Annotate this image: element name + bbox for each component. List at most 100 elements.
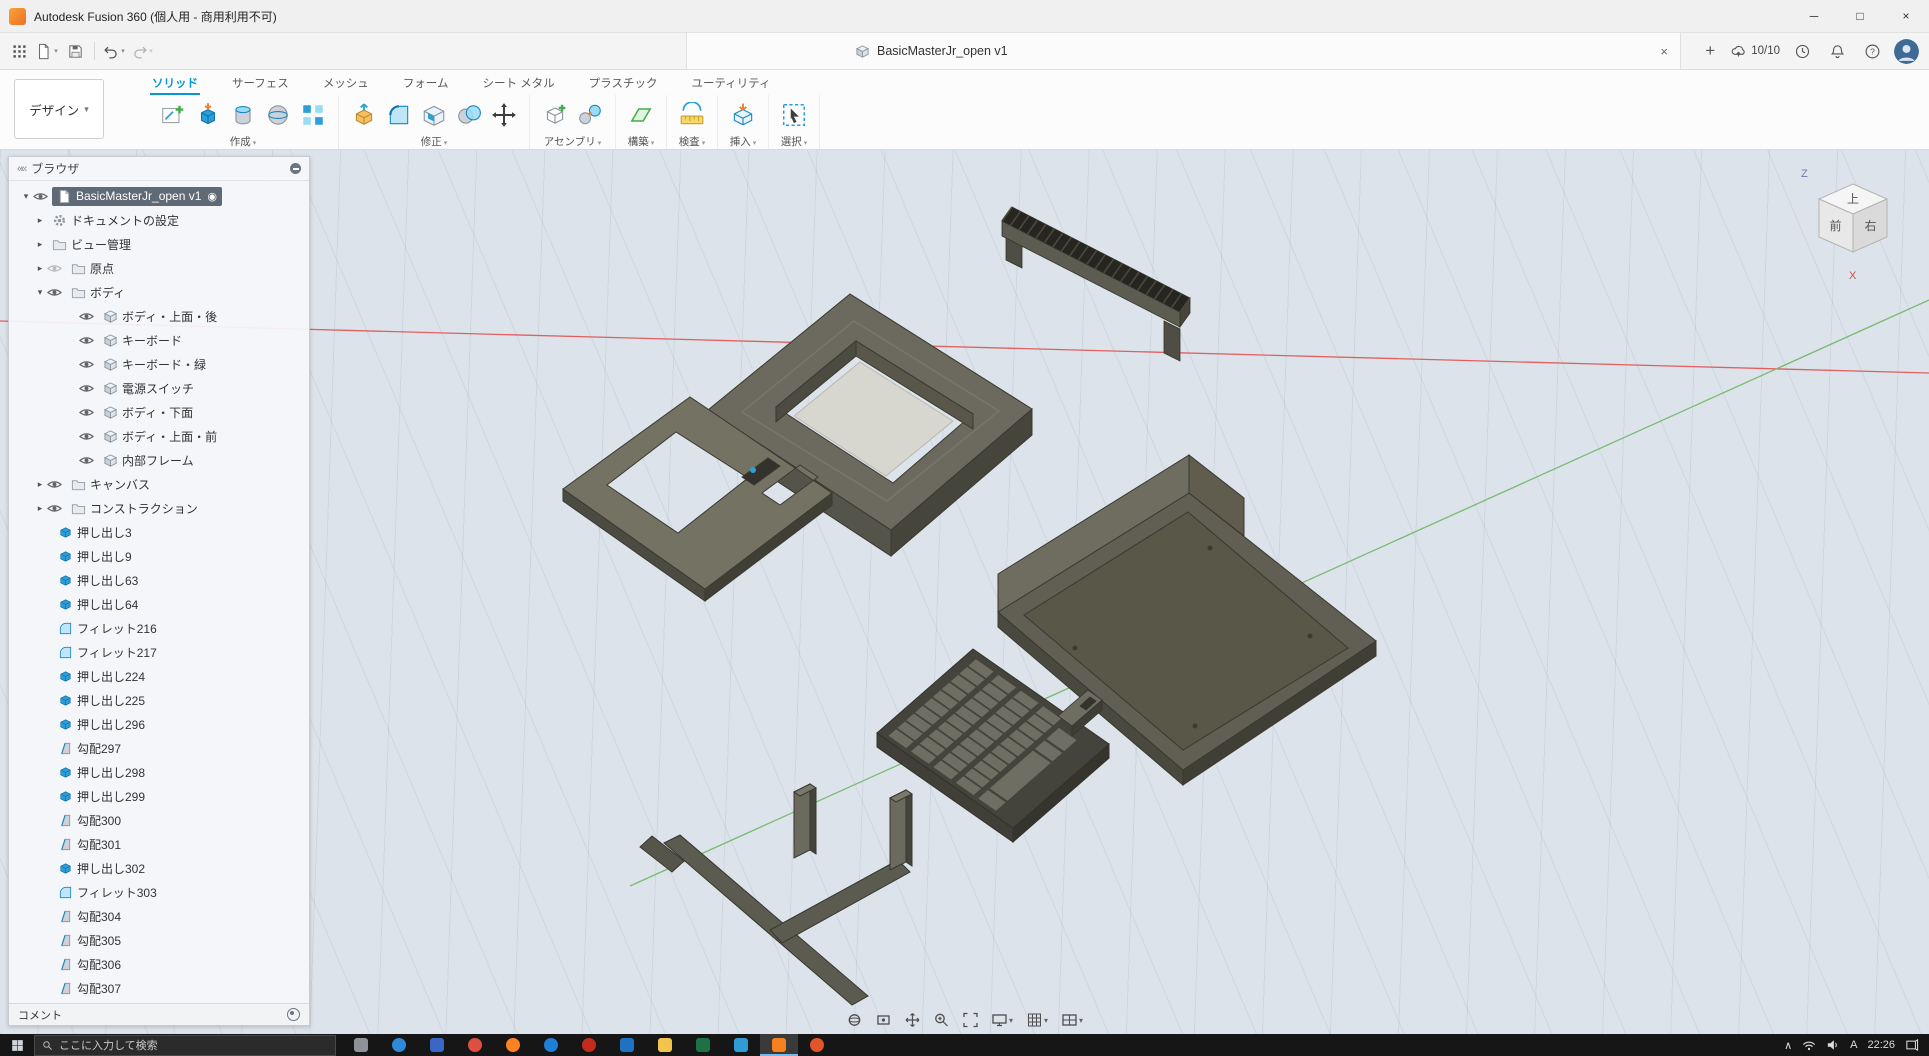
combine-tool[interactable] xyxy=(454,100,484,130)
visibility-eye-icon[interactable] xyxy=(47,285,62,300)
expand-arrow-icon[interactable] xyxy=(33,263,47,274)
draft-306[interactable]: 勾配306 xyxy=(9,952,309,976)
file-menu-button[interactable] xyxy=(34,38,60,64)
visibility-eye-icon[interactable] xyxy=(79,333,94,348)
tab-mesh[interactable]: メッシュ xyxy=(321,70,371,95)
visibility-eye-icon[interactable] xyxy=(33,189,48,204)
press-pull-tool[interactable] xyxy=(349,100,379,130)
app-firefox[interactable] xyxy=(494,1034,532,1056)
app-excel[interactable] xyxy=(684,1034,722,1056)
display-settings[interactable] xyxy=(989,1010,1015,1030)
volume-icon[interactable] xyxy=(1826,1039,1840,1051)
fillet-216[interactable]: フィレット216 xyxy=(9,616,309,640)
activate-component-radio[interactable]: ◉ xyxy=(207,190,217,203)
fillet-217[interactable]: フィレット217 xyxy=(9,640,309,664)
viewports[interactable] xyxy=(1059,1010,1085,1030)
insert-tool[interactable] xyxy=(728,100,758,130)
tab-utilities[interactable]: ユーティリティ xyxy=(689,70,772,95)
account-avatar[interactable] xyxy=(1894,39,1919,64)
tray-chevron-icon[interactable]: ∧ xyxy=(1784,1039,1792,1052)
body-top-rear[interactable]: ボディ・上面・後 xyxy=(9,304,309,328)
tab-close-icon[interactable]: × xyxy=(1660,44,1668,59)
construction-plane-tool[interactable] xyxy=(626,100,656,130)
draft-304[interactable]: 勾配304 xyxy=(9,904,309,928)
zoom-tool[interactable] xyxy=(931,1010,951,1030)
help-button[interactable] xyxy=(1859,38,1885,64)
look-at-tool[interactable] xyxy=(873,1010,893,1030)
expand-arrow-icon[interactable] xyxy=(19,191,33,202)
part-keyboard[interactable] xyxy=(877,649,1109,842)
pattern-tool[interactable] xyxy=(298,100,328,130)
draft-297[interactable]: 勾配297 xyxy=(9,736,309,760)
fillet-303[interactable]: フィレット303 xyxy=(9,880,309,904)
visibility-eye-icon[interactable] xyxy=(79,309,94,324)
expand-arrow-icon[interactable] xyxy=(33,503,47,514)
extrude-63[interactable]: 押し出し63 xyxy=(9,568,309,592)
grid-and-snaps[interactable] xyxy=(1024,1010,1050,1030)
orbit-tool[interactable] xyxy=(844,1010,864,1030)
tab-surface[interactable]: サーフェス xyxy=(230,70,291,95)
select-tool[interactable] xyxy=(779,100,809,130)
extrude-64[interactable]: 押し出し64 xyxy=(9,592,309,616)
ribbon-group-dropdown[interactable]: 構築 xyxy=(626,134,656,149)
notification-center-icon[interactable] xyxy=(1905,1039,1919,1051)
origin-folder[interactable]: 原点 xyxy=(9,256,309,280)
app-cortana[interactable] xyxy=(380,1034,418,1056)
fit-tool[interactable] xyxy=(960,1010,980,1030)
app-explorer[interactable] xyxy=(646,1034,684,1056)
body-top-front[interactable]: ボディ・上面・前 xyxy=(9,424,309,448)
app-mail[interactable] xyxy=(418,1034,456,1056)
part-body-top-rear[interactable] xyxy=(708,294,1032,556)
save-button[interactable] xyxy=(62,38,88,64)
ribbon-group-dropdown[interactable]: アセンブリ xyxy=(540,134,605,149)
expand-arrow-icon[interactable] xyxy=(33,287,47,298)
visibility-eye-icon[interactable] xyxy=(79,429,94,444)
extrude-296[interactable]: 押し出し296 xyxy=(9,712,309,736)
visibility-eye-icon[interactable] xyxy=(79,357,94,372)
network-icon[interactable] xyxy=(1802,1039,1816,1051)
draft-301[interactable]: 勾配301 xyxy=(9,832,309,856)
construction-folder[interactable]: コンストラクション xyxy=(9,496,309,520)
bodies-folder[interactable]: ボディ xyxy=(9,280,309,304)
extrude-3[interactable]: 押し出し3 xyxy=(9,520,309,544)
extrude-302[interactable]: 押し出し302 xyxy=(9,856,309,880)
ribbon-group-dropdown[interactable]: 修正 xyxy=(349,134,519,149)
ime-indicator[interactable]: A xyxy=(1850,1039,1857,1051)
part-bottom-tray[interactable] xyxy=(998,455,1376,785)
notifications-button[interactable] xyxy=(1824,38,1850,64)
app-vscode[interactable] xyxy=(722,1034,760,1056)
expand-arrow-icon[interactable] xyxy=(33,479,47,490)
tab-solid[interactable]: ソリッド xyxy=(150,70,200,95)
cylinder-tool[interactable] xyxy=(228,100,258,130)
tab-sheet-metal[interactable]: シート メタル xyxy=(480,70,556,95)
app-opera[interactable] xyxy=(570,1034,608,1056)
app-chrome[interactable] xyxy=(456,1034,494,1056)
taskbar-clock[interactable]: 22:26 xyxy=(1867,1039,1895,1051)
comment-options-icon[interactable] xyxy=(287,1008,300,1021)
app-task-view[interactable] xyxy=(342,1034,380,1056)
collapse-panel-icon[interactable]: «« xyxy=(17,163,25,175)
extrude-299[interactable]: 押し出し299 xyxy=(9,784,309,808)
part-body-top-front[interactable] xyxy=(563,397,832,601)
extrude-224[interactable]: 押し出し224 xyxy=(9,664,309,688)
body-keyboard[interactable]: キーボード xyxy=(9,328,309,352)
maximize-button[interactable]: □ xyxy=(1837,0,1883,32)
recent-activity-button[interactable] xyxy=(1789,38,1815,64)
extrude-298[interactable]: 押し出し298 xyxy=(9,760,309,784)
tab-form[interactable]: フォーム xyxy=(401,70,451,95)
ribbon-group-dropdown[interactable]: 選択 xyxy=(779,134,809,149)
body-bottom[interactable]: ボディ・下面 xyxy=(9,400,309,424)
extrude-9[interactable]: 押し出し9 xyxy=(9,544,309,568)
visibility-eye-icon[interactable] xyxy=(47,477,62,492)
start-button[interactable] xyxy=(0,1039,34,1052)
taskbar-search[interactable]: ここに入力して検索 xyxy=(34,1035,336,1056)
draft-305[interactable]: 勾配305 xyxy=(9,928,309,952)
new-component-tool[interactable] xyxy=(540,100,570,130)
fillet-tool[interactable] xyxy=(384,100,414,130)
part-rear-vent[interactable] xyxy=(1002,207,1190,361)
pan-tool[interactable] xyxy=(902,1010,922,1030)
undo-button[interactable] xyxy=(101,38,127,64)
named-views[interactable]: ビュー管理 xyxy=(9,232,309,256)
browser-header[interactable]: «« ブラウザ xyxy=(9,157,309,181)
job-status-badge[interactable]: 10/10 xyxy=(1730,43,1780,60)
